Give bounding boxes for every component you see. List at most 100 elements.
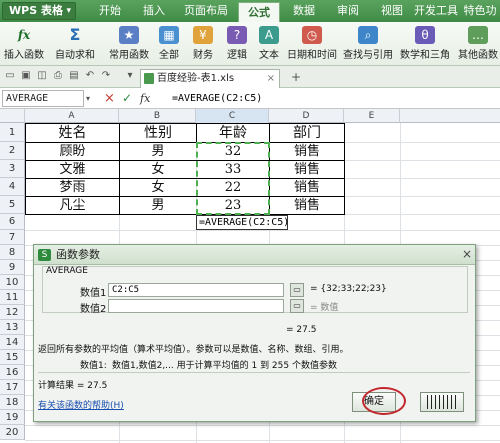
header-cell-name[interactable]: 姓名	[26, 124, 119, 142]
tab-view[interactable]: 视图	[372, 0, 412, 22]
finance-button[interactable]: ¥ 财务	[188, 24, 218, 64]
table-cell[interactable]: 销售	[270, 197, 344, 214]
fx-insert-function-icon[interactable]: fx	[140, 90, 160, 107]
undo-icon[interactable]: ↶	[84, 70, 96, 82]
column-header-e[interactable]: E	[344, 109, 400, 123]
tab-insert[interactable]: 插入	[134, 0, 174, 22]
row-header-20[interactable]: 20	[0, 425, 25, 440]
text-functions-button[interactable]: A 文本	[254, 24, 284, 64]
pdf-icon[interactable]: ▤	[68, 70, 80, 82]
tab-page-layout[interactable]: 页面布局	[178, 0, 234, 22]
table-cell[interactable]: 32	[197, 143, 269, 160]
row-header-12[interactable]: 12	[0, 305, 25, 320]
print-preview-icon[interactable]: ◫	[36, 70, 48, 82]
row-header-8[interactable]: 8	[0, 245, 25, 260]
row-header-5[interactable]: 5	[0, 196, 25, 214]
all-functions-button[interactable]: ▦ 全部	[154, 24, 184, 64]
tab-formulas[interactable]: 公式	[238, 2, 280, 22]
header-cell-department[interactable]: 部门	[270, 124, 344, 142]
other-functions-button[interactable]: … 其他函数	[456, 24, 500, 64]
row-header-13[interactable]: 13	[0, 320, 25, 335]
table-cell[interactable]: 33	[197, 161, 269, 178]
select-all-corner[interactable]	[0, 109, 25, 123]
name-box-dropdown-icon[interactable]: ▾	[86, 90, 96, 107]
redo-icon[interactable]: ↷	[100, 70, 112, 82]
confirm-formula-icon[interactable]: ✓	[122, 90, 136, 107]
row-header-6[interactable]: 6	[0, 214, 25, 230]
tab-data[interactable]: 数据	[284, 0, 324, 22]
table-cell[interactable]: 22	[197, 179, 269, 196]
table-border	[25, 214, 344, 215]
row-header-18[interactable]: 18	[0, 395, 25, 410]
tab-special-features[interactable]: 特色功能	[460, 0, 500, 39]
arg2-label: 数值2	[80, 304, 107, 315]
row-header-16[interactable]: 16	[0, 365, 25, 380]
table-cell[interactable]: 梦雨	[26, 179, 119, 196]
customize-dropdown-icon[interactable]: ▾	[124, 70, 136, 82]
arg2-input[interactable]	[108, 299, 284, 313]
logic-button[interactable]: ? 逻辑	[222, 24, 252, 64]
insert-function-button[interactable]: fx 插入函数	[2, 24, 46, 64]
arg2-result: = 数值	[310, 303, 339, 313]
logic-icon: ?	[227, 26, 247, 44]
table-cell[interactable]: 女	[120, 161, 196, 178]
column-header-b[interactable]: B	[119, 109, 196, 123]
row-header-15[interactable]: 15	[0, 350, 25, 365]
math-trig-button[interactable]: θ 数学和三角	[398, 24, 452, 64]
tab-review[interactable]: 审阅	[328, 0, 368, 22]
lookup-reference-button[interactable]: ⌕ 查找与引用	[340, 24, 396, 64]
collapse-dialog-icon[interactable]: ▭	[290, 283, 304, 297]
table-cell[interactable]: 男	[120, 143, 196, 160]
table-cell[interactable]: 顾盼	[26, 143, 119, 160]
formula-input[interactable]: =AVERAGE(C2:C5)	[172, 90, 492, 107]
open-folder-icon[interactable]: ▭	[4, 70, 16, 82]
cancel-formula-icon[interactable]: ×	[104, 90, 118, 107]
tab-developer[interactable]: 开发工具	[414, 0, 458, 22]
wps-app-menu-button[interactable]: WPS 表格 ▾	[2, 2, 76, 20]
table-cell[interactable]: 23	[197, 197, 269, 214]
arg1-result: = {32;33;22;23}	[310, 284, 387, 294]
header-cell-gender[interactable]: 性别	[120, 124, 196, 142]
table-cell[interactable]: 男	[120, 197, 196, 214]
column-header-c[interactable]: C	[196, 109, 269, 123]
close-tab-icon[interactable]: ×	[267, 70, 275, 87]
table-cell[interactable]: 销售	[270, 179, 344, 196]
name-box[interactable]: AVERAGE	[2, 90, 84, 107]
tab-start[interactable]: 开始	[90, 0, 130, 22]
row-header-17[interactable]: 17	[0, 380, 25, 395]
print-icon[interactable]: ⎙	[52, 70, 64, 82]
row-header-19[interactable]: 19	[0, 410, 25, 425]
row-header-1[interactable]: 1	[0, 123, 25, 142]
document-tab[interactable]: 百度经验-表1.xls ×	[140, 69, 280, 88]
table-cell[interactable]: 销售	[270, 161, 344, 178]
header-cell-age[interactable]: 年龄	[197, 124, 269, 142]
arg1-input[interactable]: C2:C5	[108, 283, 284, 297]
column-header-d[interactable]: D	[269, 109, 344, 123]
table-cell[interactable]: 女	[120, 179, 196, 196]
row-header-3[interactable]: 3	[0, 160, 25, 178]
function-help-link[interactable]: 有关该函数的帮助(H)	[38, 398, 124, 411]
row-header-10[interactable]: 10	[0, 275, 25, 290]
autosum-button[interactable]: Σ 自动求和	[50, 24, 100, 64]
row-header-14[interactable]: 14	[0, 335, 25, 350]
date-time-button[interactable]: ◷ 日期和时间	[286, 24, 338, 64]
row-header-9[interactable]: 9	[0, 260, 25, 275]
common-functions-button[interactable]: ★ 常用函数	[104, 24, 154, 64]
row-header-4[interactable]: 4	[0, 178, 25, 196]
editing-cell-c6[interactable]: =AVERAGE(C2:C5)	[196, 215, 289, 230]
column-header-a[interactable]: A	[25, 109, 119, 123]
table-cell[interactable]: 文雅	[26, 161, 119, 178]
new-tab-icon[interactable]: +	[290, 71, 302, 83]
save-icon[interactable]: ▣	[20, 70, 32, 82]
arg-help-text: 数值1,数值2,... 用于计算平均值的 1 到 255 个数值参数	[112, 361, 337, 371]
collapse-dialog-icon[interactable]: ▭	[290, 299, 304, 313]
obscured-label	[427, 395, 457, 409]
table-cell[interactable]: 凡尘	[26, 197, 119, 214]
row-header-7[interactable]: 7	[0, 230, 25, 245]
row-header-11[interactable]: 11	[0, 290, 25, 305]
row-header-2[interactable]: 2	[0, 142, 25, 160]
table-cell[interactable]: 销售	[270, 143, 344, 160]
dialog-close-icon[interactable]: ×	[462, 247, 474, 261]
cancel-button[interactable]	[420, 392, 464, 412]
math-icon: θ	[415, 26, 435, 44]
